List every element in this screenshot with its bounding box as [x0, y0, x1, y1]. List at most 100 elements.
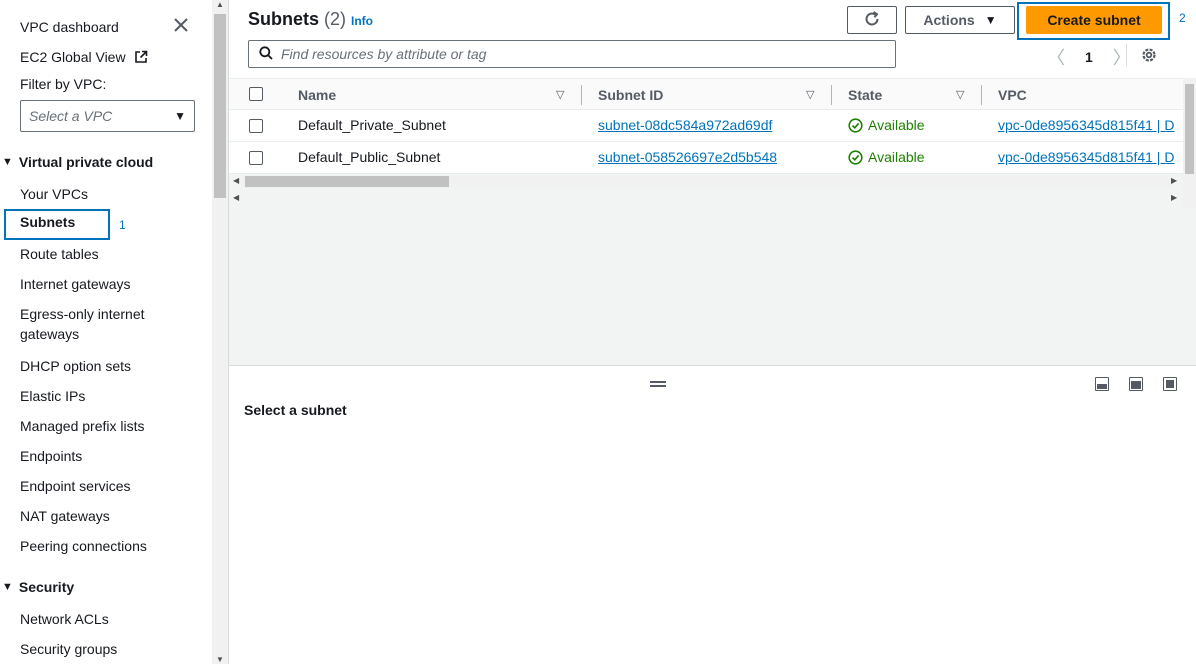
- chevron-right-icon[interactable]: 〉: [1113, 44, 1131, 70]
- subnet-count: (2): [324, 9, 347, 29]
- search-icon: [259, 45, 273, 63]
- drag-handle-icon[interactable]: [650, 381, 666, 387]
- sidebar-item-subnets[interactable]: Subnets: [20, 214, 75, 230]
- annotation-badge: 1: [119, 218, 126, 232]
- column-header-name[interactable]: Name: [298, 87, 336, 103]
- close-icon[interactable]: [172, 16, 192, 36]
- info-link[interactable]: Info: [351, 14, 373, 28]
- sidebar-item-endpoints[interactable]: Endpoints: [20, 446, 82, 466]
- sidebar-item-label: EC2 Global View: [20, 49, 126, 65]
- section-virtual-private-cloud[interactable]: ▼ Virtual private cloud: [2, 154, 153, 170]
- main-content: Subnets (2) Info Actions ▼ Create subnet…: [229, 0, 1196, 664]
- annotation-badge: 2: [1179, 11, 1186, 25]
- refresh-button[interactable]: [847, 6, 897, 34]
- sidebar-item-peering-connections[interactable]: Peering connections: [20, 536, 147, 556]
- divider: [1126, 44, 1127, 66]
- scrollbar-thumb[interactable]: [1185, 84, 1194, 174]
- sidebar-item-nat-gateways[interactable]: NAT gateways: [20, 506, 110, 526]
- horizontal-scrollbar[interactable]: ◀ ▶ ◀ ▶: [229, 174, 1196, 208]
- check-circle-icon: [848, 117, 863, 133]
- subnets-table: Name ▽ Subnet ID ▽ State ▽ VPC Default_P…: [229, 78, 1196, 208]
- scroll-down-icon[interactable]: ▼: [216, 655, 224, 664]
- state-status: Available: [848, 117, 925, 133]
- column-divider[interactable]: [831, 85, 832, 105]
- page-title: Subnets (2): [248, 9, 346, 30]
- row-checkbox[interactable]: [249, 151, 263, 165]
- scroll-right-icon[interactable]: ▶: [1171, 176, 1177, 185]
- scroll-left-icon[interactable]: ◀: [233, 176, 239, 185]
- column-header-subnet-id[interactable]: Subnet ID: [598, 87, 663, 103]
- vpc-link[interactable]: vpc-0de8956345d815f41 | D: [998, 117, 1174, 133]
- search-field[interactable]: [248, 40, 896, 68]
- search-input[interactable]: [281, 46, 861, 62]
- sidebar-item-dhcp-option-sets[interactable]: DHCP option sets: [20, 356, 131, 376]
- vpc-select-placeholder: Select a VPC: [29, 108, 113, 124]
- row-checkbox[interactable]: [249, 119, 263, 133]
- section-security[interactable]: ▼ Security: [2, 579, 74, 595]
- subnet-id-link[interactable]: subnet-058526697e2d5b548: [598, 149, 777, 165]
- caret-down-icon: ▼: [2, 156, 13, 168]
- caret-down-icon: ▼: [984, 13, 997, 27]
- filter-by-vpc-label: Filter by VPC:: [20, 76, 107, 92]
- select-all-checkbox[interactable]: [249, 87, 263, 101]
- sidebar-item-your-vpcs[interactable]: Your VPCs: [20, 184, 88, 204]
- table-header: Name ▽ Subnet ID ▽ State ▽ VPC: [229, 78, 1196, 110]
- pagination: 〈 1 〉: [1047, 44, 1131, 70]
- vpc-link[interactable]: vpc-0de8956345d815f41 | D: [998, 149, 1174, 165]
- caret-down-icon: ▼: [2, 581, 13, 593]
- column-header-state[interactable]: State: [848, 87, 882, 103]
- section-label: Virtual private cloud: [18, 154, 154, 170]
- state-text: Available: [868, 149, 925, 165]
- state-text: Available: [868, 117, 925, 133]
- sidebar-item-egress-only-internet-gateways[interactable]: Egress-only internet gateways: [20, 304, 170, 344]
- split-bottom-icon[interactable]: [1095, 377, 1109, 391]
- section-label: Security: [18, 579, 75, 595]
- sort-icon[interactable]: ▽: [806, 88, 814, 101]
- sidebar-item-network-acls[interactable]: Network ACLs: [20, 609, 109, 629]
- subnet-name: Default_Private_Subnet: [298, 117, 446, 133]
- check-circle-icon: [848, 149, 863, 165]
- table-vertical-scrollbar[interactable]: [1183, 78, 1196, 208]
- sidebar-item-route-tables[interactable]: Route tables: [20, 244, 99, 264]
- scroll-left-icon[interactable]: ◀: [233, 193, 239, 202]
- vpc-select[interactable]: Select a VPC ▼: [20, 100, 195, 132]
- scrollbar-thumb[interactable]: [214, 14, 226, 198]
- sidebar-item-elastic-ips[interactable]: Elastic IPs: [20, 386, 85, 406]
- split-panel-title: Select a subnet: [244, 402, 347, 418]
- actions-label: Actions: [923, 12, 975, 28]
- current-page[interactable]: 1: [1085, 49, 1093, 65]
- scroll-right-icon[interactable]: ▶: [1171, 193, 1177, 202]
- column-header-vpc[interactable]: VPC: [998, 87, 1027, 103]
- create-subnet-button[interactable]: Create subnet: [1026, 6, 1162, 34]
- caret-down-icon: ▼: [174, 109, 186, 123]
- state-status: Available: [848, 149, 925, 165]
- gear-icon[interactable]: [1139, 45, 1159, 68]
- table-row[interactable]: Default_Private_Subnet subnet-08dc584a97…: [229, 110, 1196, 142]
- split-panel-preferences: [1095, 377, 1177, 391]
- table-row[interactable]: Default_Public_Subnet subnet-058526697e2…: [229, 142, 1196, 174]
- external-link-icon: [134, 49, 148, 69]
- sidebar-item-endpoint-services[interactable]: Endpoint services: [20, 476, 131, 496]
- sidebar-item-security-groups[interactable]: Security groups: [20, 639, 117, 659]
- subnet-name: Default_Public_Subnet: [298, 149, 441, 165]
- table-empty-area: [229, 208, 1196, 365]
- sort-icon[interactable]: ▽: [956, 88, 964, 101]
- sidebar-item-internet-gateways[interactable]: Internet gateways: [20, 274, 131, 294]
- refresh-icon: [863, 10, 881, 31]
- scrollbar-thumb[interactable]: [245, 176, 449, 187]
- chevron-left-icon[interactable]: 〈: [1047, 44, 1065, 70]
- column-divider[interactable]: [581, 85, 582, 105]
- sidebar-scrollbar[interactable]: ▲ ▼: [212, 0, 229, 664]
- actions-button[interactable]: Actions ▼: [905, 6, 1015, 34]
- sidebar-item-ec2-global-view[interactable]: EC2 Global View: [20, 47, 148, 69]
- column-divider[interactable]: [981, 85, 982, 105]
- scroll-up-icon[interactable]: ▲: [216, 0, 224, 9]
- sidebar-item-vpc-dashboard[interactable]: VPC dashboard: [20, 17, 119, 37]
- sort-icon[interactable]: ▽: [556, 88, 564, 101]
- subnet-id-link[interactable]: subnet-08dc584a972ad69df: [598, 117, 772, 133]
- page-title-text: Subnets: [248, 9, 320, 29]
- split-panel: Select a subnet: [229, 365, 1196, 664]
- sidebar-item-managed-prefix-lists[interactable]: Managed prefix lists: [20, 416, 145, 436]
- split-full-icon[interactable]: [1163, 377, 1177, 391]
- split-side-icon[interactable]: [1129, 377, 1143, 391]
